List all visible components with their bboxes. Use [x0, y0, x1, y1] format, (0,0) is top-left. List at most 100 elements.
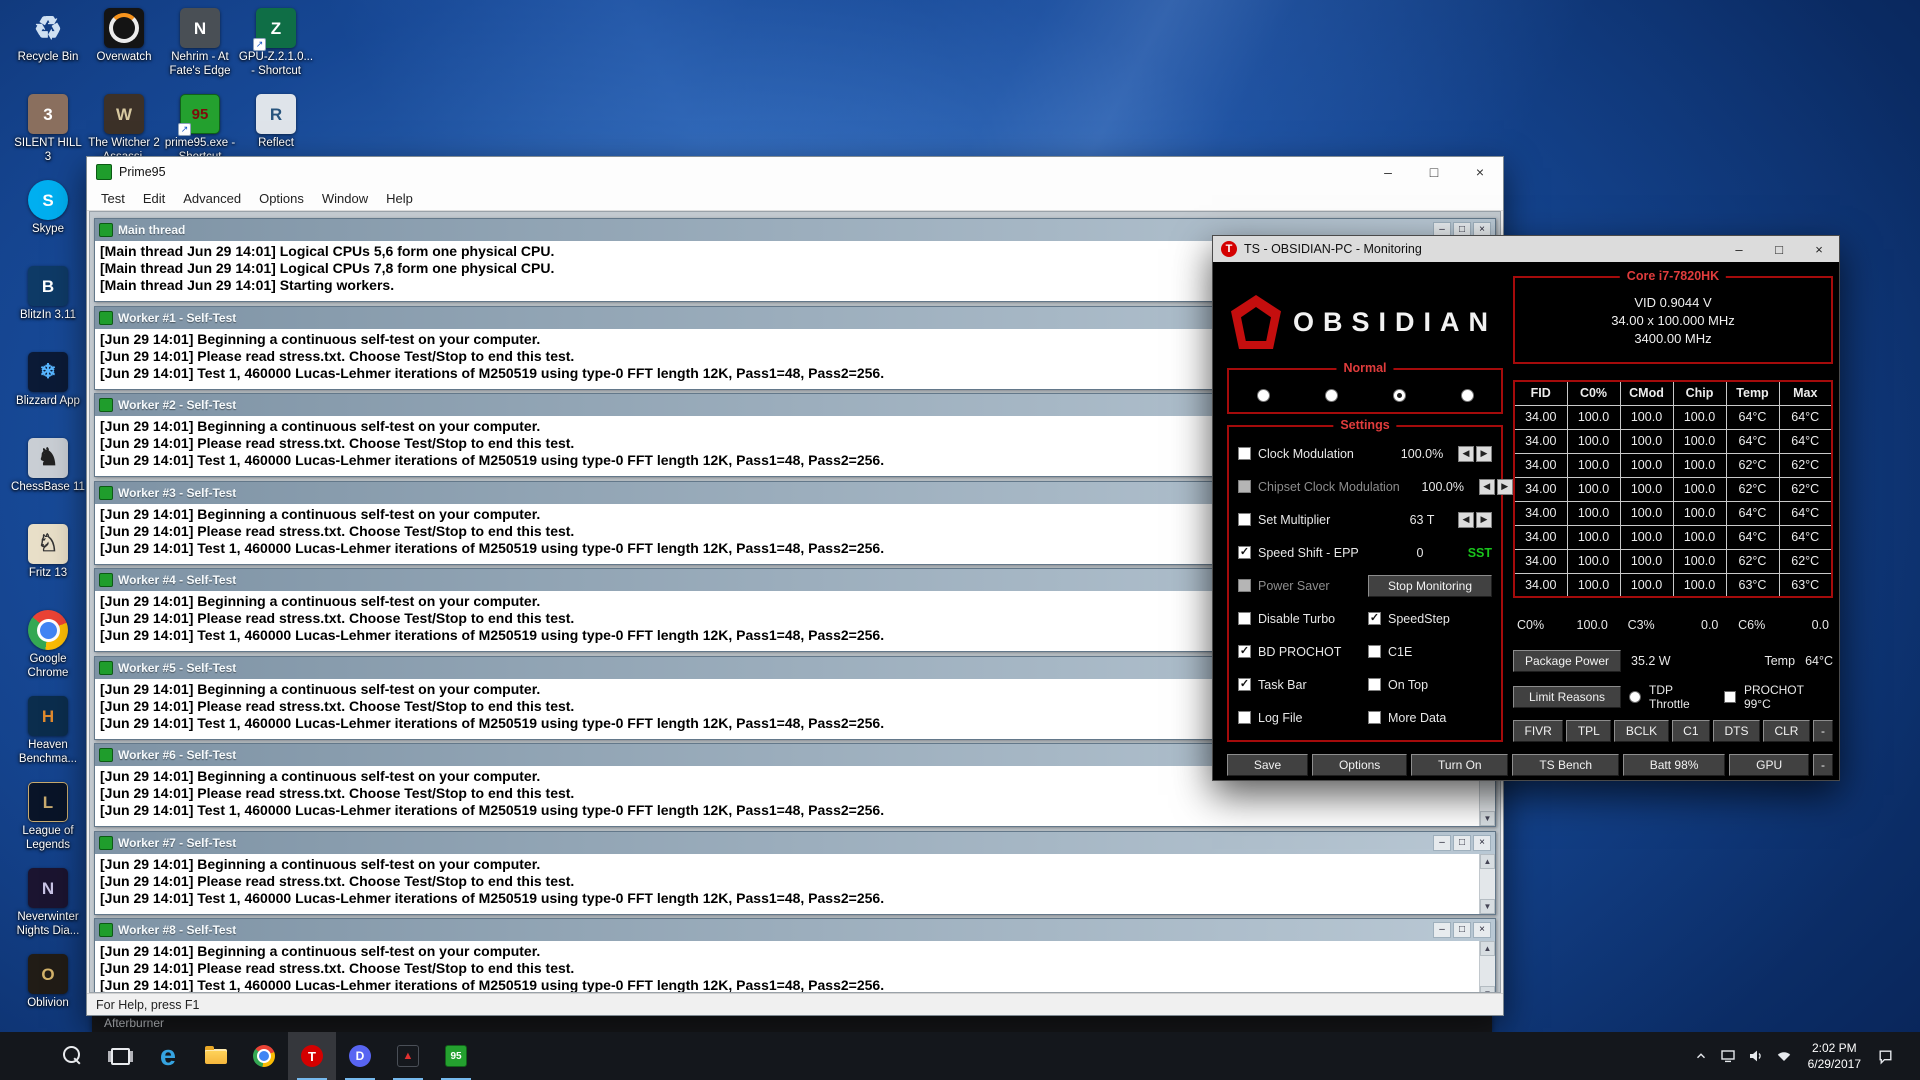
taskbar-task-view-button[interactable] [96, 1032, 144, 1080]
scroll-down-button[interactable]: ▼ [1480, 986, 1495, 992]
checkbox-bd-prochot[interactable] [1238, 645, 1251, 658]
taskbar-discord-button[interactable] [336, 1032, 384, 1080]
taskbar-file-explorer-button[interactable] [192, 1032, 240, 1080]
bclk-button[interactable]: BCLK [1614, 720, 1669, 742]
save-button[interactable]: Save [1227, 754, 1309, 776]
menu-options[interactable]: Options [250, 191, 313, 206]
volume-icon[interactable] [1748, 1048, 1764, 1064]
desktop-icon-overwatch[interactable]: Overwatch [86, 8, 162, 92]
checkbox-speed-shift-epp[interactable] [1238, 546, 1251, 559]
checkbox-power-saver[interactable] [1238, 579, 1251, 592]
close-button[interactable]: × [1457, 157, 1503, 187]
checkbox-clock-modulation[interactable] [1238, 447, 1251, 460]
limit-reasons-button[interactable]: Limit Reasons [1513, 686, 1621, 708]
prochot-checkbox[interactable] [1723, 691, 1736, 703]
throttlestop-titlebar[interactable]: TS - OBSIDIAN-PC - Monitoring – □ × [1213, 236, 1839, 262]
spin-increase-button[interactable]: ▶ [1476, 445, 1492, 462]
checkbox-task-bar[interactable] [1238, 678, 1251, 691]
minimize-button[interactable]: – [1719, 236, 1759, 262]
taskbar-prime95-button[interactable] [432, 1032, 480, 1080]
gpu-button[interactable]: GPU [1729, 754, 1810, 776]
checkbox-log-file[interactable] [1238, 711, 1251, 724]
close-button[interactable]: × [1799, 236, 1839, 262]
dts-button[interactable]: DTS [1713, 720, 1760, 742]
child-restore-button[interactable]: □ [1453, 922, 1471, 938]
maximize-button[interactable]: □ [1759, 236, 1799, 262]
taskbar-clock[interactable]: 2:02 PM 6/29/2017 [1804, 1040, 1865, 1072]
minimize-button[interactable]: – [1365, 157, 1411, 187]
misc-button[interactable]: - [1813, 754, 1834, 776]
menu-edit[interactable]: Edit [134, 191, 174, 206]
turn-on-button[interactable]: Turn On [1411, 754, 1509, 776]
checkbox-chipset-clock-modulation[interactable] [1238, 480, 1251, 493]
prime95-titlebar[interactable]: Prime95 – □ × [87, 157, 1503, 187]
taskbar-start-button[interactable] [0, 1032, 48, 1080]
scroll-down-button[interactable]: ▼ [1480, 811, 1495, 826]
child-close-button[interactable]: × [1473, 835, 1491, 851]
menu-help[interactable]: Help [377, 191, 422, 206]
desktop-icon-skype[interactable]: S Skype [10, 180, 86, 264]
desktop-icon-heaven[interactable]: H Heaven Benchma... [10, 696, 86, 780]
action-center-icon[interactable] [1877, 1048, 1894, 1065]
options-button[interactable]: Options [1312, 754, 1408, 776]
desktop-icon-chessbase[interactable]: ♞ ChessBase 11 [10, 438, 86, 522]
taskbar-search-button[interactable] [48, 1032, 96, 1080]
ts-bench-button[interactable]: TS Bench [1512, 754, 1619, 776]
taskbar-afterburner-button[interactable] [384, 1032, 432, 1080]
desktop-icon-silent-hill-3[interactable]: 3 SILENT HILL 3 [10, 94, 86, 178]
child-titlebar-worker-8[interactable]: Worker #8 - Self-Test – □ × [95, 919, 1495, 941]
desktop-icon-gpuz[interactable]: Z ↗ GPU-Z.2.1.0... - Shortcut [238, 8, 314, 92]
desktop-icon-nehrim[interactable]: N Nehrim - At Fate's Edge [162, 8, 238, 92]
desktop-icon-neverwinter[interactable]: N Neverwinter Nights Dia... [10, 868, 86, 952]
spin-decrease-button[interactable]: ◀ [1458, 511, 1474, 528]
display-tray-icon[interactable] [1720, 1048, 1736, 1064]
checkbox-disable-turbo[interactable] [1238, 612, 1251, 625]
desktop-icon-oblivion[interactable]: O Oblivion [10, 954, 86, 1038]
package-power-button[interactable]: Package Power [1513, 650, 1621, 672]
spin-increase-button[interactable]: ▶ [1496, 478, 1513, 495]
desktop-icon-recycle-bin[interactable]: ♻ Recycle Bin [10, 8, 86, 92]
network-icon[interactable] [1776, 1048, 1792, 1064]
tpl-button[interactable]: TPL [1566, 720, 1612, 742]
child-restore-button[interactable]: □ [1453, 835, 1471, 851]
spin-increase-button[interactable]: ▶ [1476, 511, 1492, 528]
checkbox-more-data[interactable] [1368, 711, 1381, 724]
spin-decrease-button[interactable]: ◀ [1458, 445, 1474, 462]
profile-radio-4[interactable] [1460, 388, 1474, 402]
scroll-down-button[interactable]: ▼ [1480, 899, 1495, 914]
checkbox-speedstep[interactable] [1368, 612, 1381, 625]
child-minimize-button[interactable]: – [1433, 922, 1451, 938]
maximize-button[interactable]: □ [1411, 157, 1457, 187]
menu-test[interactable]: Test [92, 191, 134, 206]
menu-window[interactable]: Window [313, 191, 377, 206]
menu-advanced[interactable]: Advanced [174, 191, 250, 206]
profile-radio-2[interactable] [1324, 388, 1338, 402]
scroll-up-button[interactable]: ▲ [1480, 854, 1495, 869]
desktop-icon-chrome[interactable]: Google Chrome [10, 610, 86, 694]
batt-98-button[interactable]: Batt 98% [1622, 754, 1726, 776]
child-minimize-button[interactable]: – [1433, 835, 1451, 851]
child-close-button[interactable]: × [1473, 922, 1491, 938]
desktop-icon-blitzin[interactable]: B BlitzIn 3.11 [10, 266, 86, 350]
clr-button[interactable]: CLR [1762, 720, 1810, 742]
child-scrollbar[interactable]: ▲▼ [1479, 941, 1495, 992]
stop-monitoring-button[interactable]: Stop Monitoring [1368, 574, 1492, 597]
taskbar-throttlestop-button[interactable] [288, 1032, 336, 1080]
child-titlebar-worker-7[interactable]: Worker #7 - Self-Test – □ × [95, 832, 1495, 854]
taskbar-edge-button[interactable] [144, 1032, 192, 1080]
profile-radio-1[interactable] [1256, 388, 1270, 402]
child-scrollbar[interactable]: ▲▼ [1479, 854, 1495, 914]
hidden-icons-chevron[interactable] [1694, 1049, 1708, 1063]
checkbox-c1e[interactable] [1368, 645, 1381, 658]
scroll-up-button[interactable]: ▲ [1480, 941, 1495, 956]
checkbox-on-top[interactable] [1368, 678, 1381, 691]
misc-button[interactable]: - [1812, 720, 1833, 742]
desktop-icon-blizzard[interactable]: ❄ Blizzard App [10, 352, 86, 436]
desktop-icon-league[interactable]: L League of Legends [10, 782, 86, 866]
taskbar-chrome-button[interactable] [240, 1032, 288, 1080]
profile-radio-3[interactable] [1392, 388, 1406, 402]
spin-decrease-button[interactable]: ◀ [1478, 478, 1495, 495]
checkbox-set-multiplier[interactable] [1238, 513, 1251, 526]
c1-button[interactable]: C1 [1671, 720, 1710, 742]
fivr-button[interactable]: FIVR [1513, 720, 1564, 742]
